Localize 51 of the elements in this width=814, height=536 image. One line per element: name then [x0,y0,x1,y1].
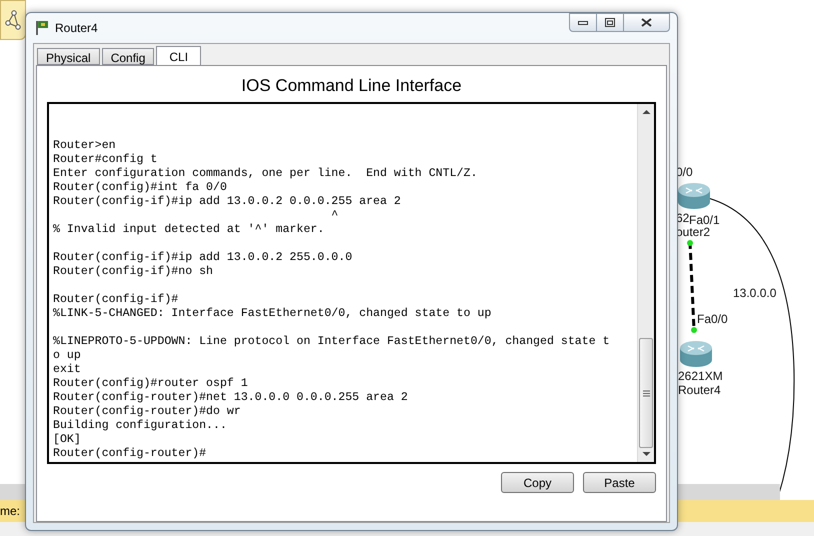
terminal-line: o up [53,349,81,363]
port-dot [691,327,697,333]
maximize-icon [605,18,615,27]
router-icon[interactable] [680,341,712,367]
window-title: Router4 [55,20,98,37]
canvas-label: 2621XM [678,369,723,383]
action-button[interactable]: Copy [501,472,574,493]
grip-icon [642,390,650,396]
tab[interactable]: Config [102,48,154,65]
scrollbar[interactable] [637,104,654,462]
terminal-line: Router(config-router)#net 13.0.0.0 0.0.0.255 area 2 [53,391,408,405]
terminal-line: Router(config)#router ospf 1 [53,377,248,391]
scroll-up-icon[interactable] [642,109,650,115]
port-dot [687,240,693,246]
status-label: me: [0,504,20,518]
terminal-line: % Invalid input detected at '^' marker. [53,223,324,237]
network-icon [5,10,21,30]
canvas-label: Fa0/0 [697,312,728,326]
router-icon[interactable] [678,183,710,209]
action-button[interactable]: Paste [583,472,656,493]
router-flag-icon [35,20,49,36]
terminal-line: [OK] [53,433,81,447]
terminal-line: Router(config-if)#no sh [53,265,214,279]
canvas-label: 13.0.0.0 [733,286,776,300]
terminal-line: exit [53,363,81,377]
terminal-line: Router(config-if)#ip add 13.0.0.2 0.0.0.255 area 2 [53,195,401,209]
scroll-down-icon[interactable] [642,451,650,457]
terminal-line: Router(config-if)#ip add 13.0.0.2 255.0.0.0 [53,251,352,265]
maximize-button[interactable] [597,13,623,32]
tab[interactable]: CLI [156,46,202,66]
tab[interactable]: Physical [37,48,100,65]
terminal-line: ^ [330,209,338,223]
terminal-line: Router(config)#int fa 0/0 [53,181,227,195]
terminal-line: Router(config-router)#do wr [53,405,241,419]
minimize-button[interactable] [569,13,597,32]
canvas-label: Fa0/1 [689,213,720,227]
terminal-line: Router(config-router)# [53,447,206,461]
panel-heading: IOS Command Line Interface [240,76,463,96]
scroll-thumb[interactable] [639,338,653,448]
terminal-line: %LINEPROTO-5-UPDOWN: Line protocol on Interface FastEthernet0/0, changed state t [53,335,610,349]
terminal-line: %LINK-5-CHANGED: Interface FastEthernet0/0, changed state to up [53,307,492,321]
terminal-line: Building configuration... [53,419,227,433]
tool-button[interactable] [0,0,26,40]
terminal-line: Enter configuration commands, one per line. End with CNTL/Z. [53,167,478,181]
close-icon [641,18,652,27]
canvas-label: Router4 [678,383,721,397]
minimize-icon [578,20,588,24]
close-button[interactable] [623,13,670,32]
terminal-line: Router#config t [53,153,158,167]
terminal-line: Router(config-if)# [53,293,178,307]
terminal-line: Router>en [53,139,116,153]
